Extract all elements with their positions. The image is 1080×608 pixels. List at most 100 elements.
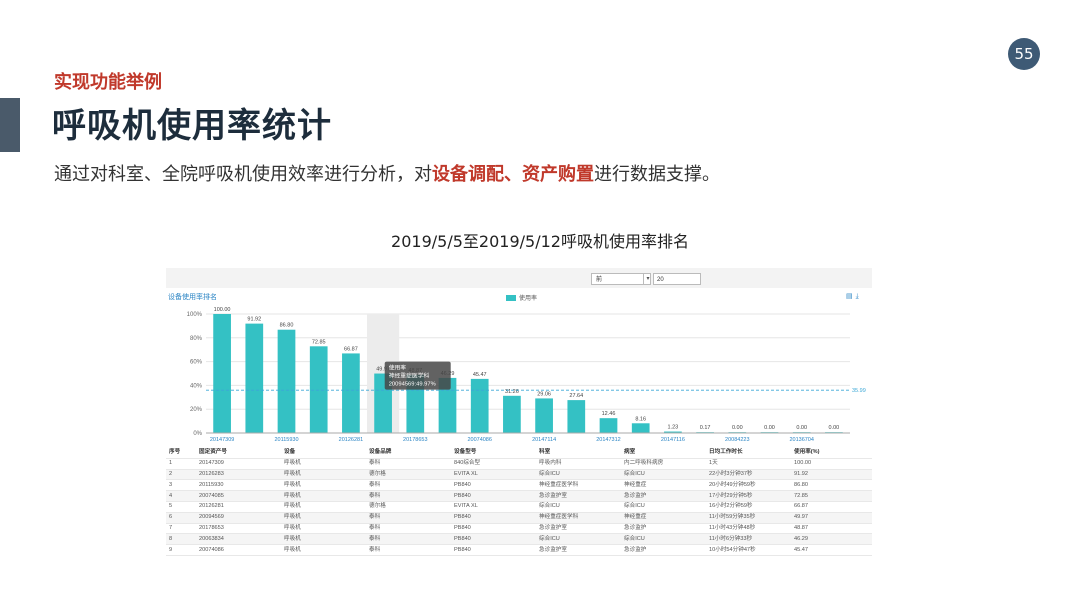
table-cell: 20178653	[196, 523, 281, 535]
table-cell: 呼吸机	[281, 490, 366, 502]
column-header[interactable]: 固定资产号	[196, 448, 281, 459]
table-row[interactable]: 7 20178653 呼吸机 泰科 PB840 急诊监护室 急诊监护 11小时43分钟48秒 4…	[166, 523, 872, 535]
table-cell: 86.80	[791, 479, 872, 492]
table-cell: 呼吸机	[281, 533, 366, 546]
table-cell: 神经重症	[621, 479, 706, 492]
column-header[interactable]: 设备	[281, 448, 366, 459]
table-row[interactable]: 4 20074085 呼吸机 泰科 PB840 急诊监护室 急诊监护 17小时29分钟5秒 72…	[166, 490, 872, 502]
x-tick-label: 20136704	[789, 437, 813, 443]
x-tick-label: 20115930	[274, 437, 298, 443]
tooltip-line-1: 使用率	[389, 364, 407, 372]
chart-bar[interactable]	[470, 378, 489, 433]
table-cell: 呼吸机	[281, 479, 366, 492]
chart-bar[interactable]	[599, 418, 618, 433]
table-cell: 17小时29分钟5秒	[706, 490, 791, 502]
table-cell: 5	[166, 501, 196, 513]
table-row[interactable]: 6 20094569 呼吸机 泰科 PB840 神经重症医学科 神经重症 11小时59分钟35…	[166, 512, 872, 524]
y-tick-label: 80%	[190, 336, 203, 342]
data-label: 8.16	[635, 416, 646, 422]
data-label: 0.00	[829, 425, 840, 431]
table-row[interactable]: 8 20063834 呼吸机 泰科 PB840 综合ICU 综合ICU 11小时6分钟33秒 4…	[166, 533, 872, 546]
subtitle-text-2: 进行数据支撑。	[594, 164, 720, 185]
subtitle-highlight-2: 资产购置	[522, 164, 594, 185]
table-cell: 20074086	[196, 544, 281, 556]
table-row[interactable]: 1 20147309 呼吸机 泰科 840综合型 呼吸内科 内二呼吸科病房 1天 100.00	[166, 458, 872, 470]
table-cell: 综合ICU	[621, 533, 706, 546]
table-header-row: 序号 固定资产号 设备 设备品牌 设备型号 科室 病室 日均工作时长 使用率(%)	[166, 448, 872, 459]
chart-bar[interactable]	[631, 423, 650, 433]
chart-bar[interactable]	[567, 400, 586, 433]
chart-bar[interactable]	[535, 398, 553, 433]
column-header[interactable]: 日均工作时长	[706, 448, 791, 459]
x-tick-label: 20147312	[596, 437, 620, 443]
chart-bar[interactable]	[213, 314, 231, 433]
data-label: 45.47	[473, 372, 487, 378]
x-tick-label: 20126281	[339, 437, 363, 443]
download-icon[interactable]: ⤓	[856, 293, 862, 300]
column-header[interactable]: 使用率(%)	[791, 448, 872, 459]
column-header[interactable]: 序号	[166, 448, 196, 459]
table-cell: 泰科	[366, 479, 451, 492]
table-cell: PB840	[451, 479, 536, 492]
table-cell: 20147309	[196, 458, 281, 470]
column-header[interactable]: 设备型号	[451, 448, 536, 459]
table-cell: 9	[166, 544, 196, 556]
table-cell: 综合ICU	[621, 469, 706, 481]
table-body: 1 20147309 呼吸机 泰科 840综合型 呼吸内科 内二呼吸科病房 1天 100.00 2…	[166, 458, 872, 556]
table-cell: 20094569	[196, 512, 281, 524]
table-cell: 100.00	[791, 458, 872, 470]
table-cell: 1天	[706, 458, 791, 470]
table-cell: 内二呼吸科病房	[621, 458, 706, 470]
table-row[interactable]: 5 20126281 呼吸机 德尔格 EVITA XL 综合ICU 综合ICU 16小时2分钟…	[166, 501, 872, 513]
table-cell: 综合ICU	[536, 501, 621, 513]
legend-label: 使用率	[519, 296, 538, 302]
table-row[interactable]: 9 20074086 呼吸机 泰科 PB840 急诊监护室 急诊监护 10小时54分钟47秒 4…	[166, 544, 872, 556]
table-cell: 急诊监护	[621, 523, 706, 535]
chart-bar[interactable]	[245, 323, 264, 433]
chart-tooltip: 使用率 神经重症医学科 20094569:49.97%	[384, 361, 451, 390]
table-cell: 神经重症医学科	[536, 512, 621, 524]
table-cell: 急诊监护	[621, 544, 706, 556]
chart-bar[interactable]	[503, 395, 521, 433]
table-cell: 6	[166, 512, 196, 524]
table-cell: 49.97	[791, 512, 872, 524]
data-label: 0.17	[700, 425, 711, 431]
slide-subtitle: 通过对科室、全院呼吸机使用效率进行分析，对设备调配、资产购置进行数据支撑。	[54, 160, 720, 186]
table-cell: 91.92	[791, 469, 872, 481]
table-cell: 呼吸内科	[536, 458, 621, 470]
subtitle-text-1: 通过对科室、全院呼吸机使用效率进行分析，对	[54, 164, 432, 185]
table-cell: 泰科	[366, 523, 451, 535]
tooltip-line-2: 神经重症医学科	[389, 372, 430, 380]
table-cell: 呼吸机	[281, 501, 366, 513]
table-cell: 泰科	[366, 490, 451, 502]
data-view-icon[interactable]: ▤	[846, 293, 856, 300]
column-header[interactable]: 设备品牌	[366, 448, 451, 459]
chart-bar[interactable]	[342, 353, 360, 433]
table-cell: 10小时54分钟47秒	[706, 544, 791, 556]
table-cell: 呼吸机	[281, 469, 366, 481]
x-tick-label: 20147309	[210, 437, 234, 443]
table-cell: PB840	[451, 490, 536, 502]
table-cell: 11小时43分钟48秒	[706, 523, 791, 535]
table-cell: 呼吸机	[281, 458, 366, 470]
x-tick-label: 20178653	[403, 437, 427, 443]
x-tick-label: 20147114	[532, 437, 556, 443]
table-cell: 急诊监护室	[536, 544, 621, 556]
column-header[interactable]: 病室	[621, 448, 706, 459]
slide-title: 呼吸机使用率统计	[52, 106, 332, 146]
data-label: 66.87	[344, 346, 358, 352]
data-label: 27.64	[569, 393, 583, 399]
table-cell: 急诊监护室	[536, 523, 621, 535]
column-header[interactable]: 科室	[536, 448, 621, 459]
chart-bar[interactable]	[277, 329, 296, 433]
table-cell: 20126281	[196, 501, 281, 513]
chart-bar[interactable]	[309, 346, 328, 433]
table-cell: PB840	[451, 523, 536, 535]
page-number: 55	[1008, 38, 1040, 70]
subtitle-highlight-1: 设备调配	[432, 164, 504, 185]
table-row[interactable]: 2 20126283 呼吸机 德尔格 EVITA XL 综合ICU 综合ICU 22小时3分钟…	[166, 469, 872, 481]
table-cell: 840综合型	[451, 458, 536, 470]
chart-legend[interactable]: 使用率	[506, 293, 537, 302]
tooltip-line-3: 20094569:49.97%	[389, 382, 436, 388]
table-row[interactable]: 3 20115930 呼吸机 泰科 PB840 神经重症医学科 神经重症 20小时49分钟59…	[166, 479, 872, 492]
